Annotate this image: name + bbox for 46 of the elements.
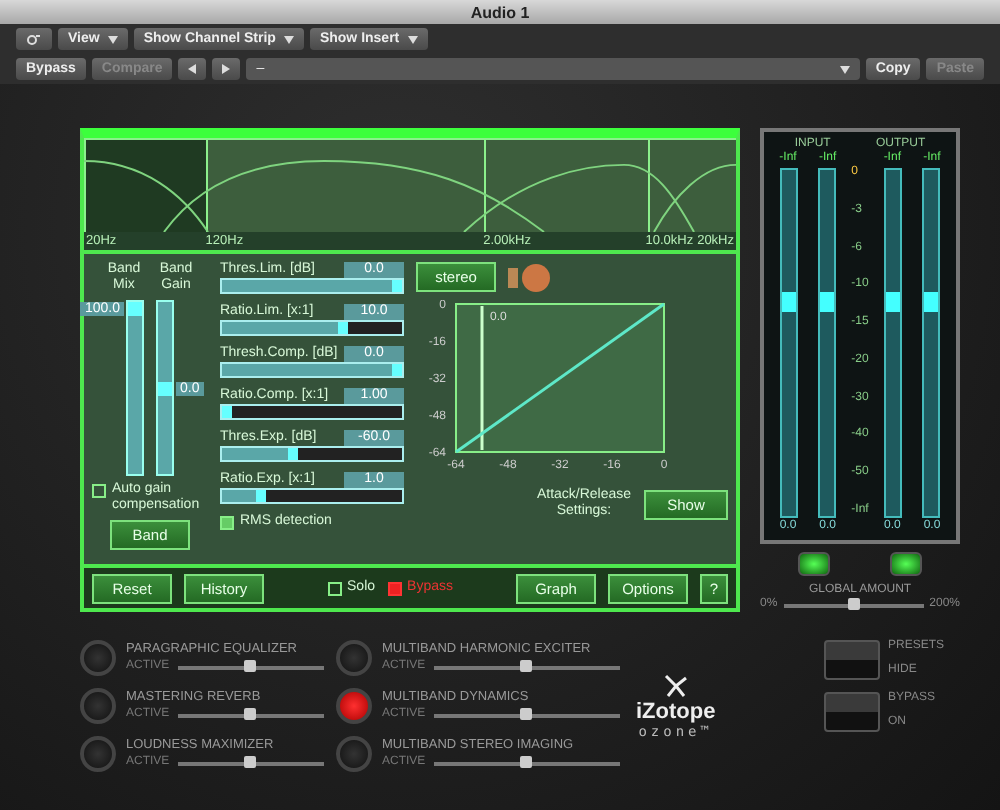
window-title: Audio 1 [470,3,530,21]
disc-icon [508,263,552,291]
gain-fader[interactable] [922,168,941,518]
link-icon [26,33,42,45]
band-region[interactable] [648,138,736,232]
brand-name: iZotope [636,700,716,724]
band-region[interactable] [205,138,485,232]
toggle-switch[interactable] [823,640,880,680]
caret-icon [407,35,418,43]
fader-thumb[interactable] [820,291,835,312]
caret-icon [283,35,294,43]
slider-thumb[interactable] [244,755,257,767]
fader-thumb[interactable] [924,291,939,312]
parameter-slider[interactable] [220,404,404,420]
previous-button[interactable] [178,58,207,80]
band-region[interactable] [84,138,206,232]
link-light-button[interactable] [798,552,830,576]
next-button[interactable] [212,58,241,80]
slider-thumb[interactable] [847,597,860,609]
parameter-slider[interactable] [220,488,404,504]
gain-fader[interactable] [779,168,797,518]
threshold-line [480,306,484,450]
caret-icon [107,35,118,43]
link-button[interactable] [16,28,52,50]
module-power-button[interactable] [336,688,372,724]
link-light-button[interactable] [890,552,922,576]
fader-thumb[interactable] [885,291,900,312]
slider-thumb[interactable] [520,659,533,671]
logo-icon [661,672,690,700]
parameter-slider[interactable] [220,446,404,462]
toggle-switch[interactable] [823,692,880,732]
left-arrow-icon [188,64,197,74]
slider-thumb[interactable] [158,381,172,395]
slider-thumb[interactable] [520,755,533,767]
slider-thumb[interactable] [128,302,142,316]
right-arrow-icon [222,64,231,74]
gain-fader[interactable] [818,168,837,518]
slider-thumb[interactable] [244,659,257,671]
fader-thumb[interactable] [781,291,795,312]
gain-fader[interactable] [883,168,902,518]
slider-thumb[interactable] [520,707,533,719]
slider-thumb[interactable] [244,707,257,719]
caret-icon [839,65,850,73]
parameter-slider[interactable] [220,320,404,336]
checkbox[interactable] [387,582,402,596]
band-region[interactable] [484,138,649,232]
